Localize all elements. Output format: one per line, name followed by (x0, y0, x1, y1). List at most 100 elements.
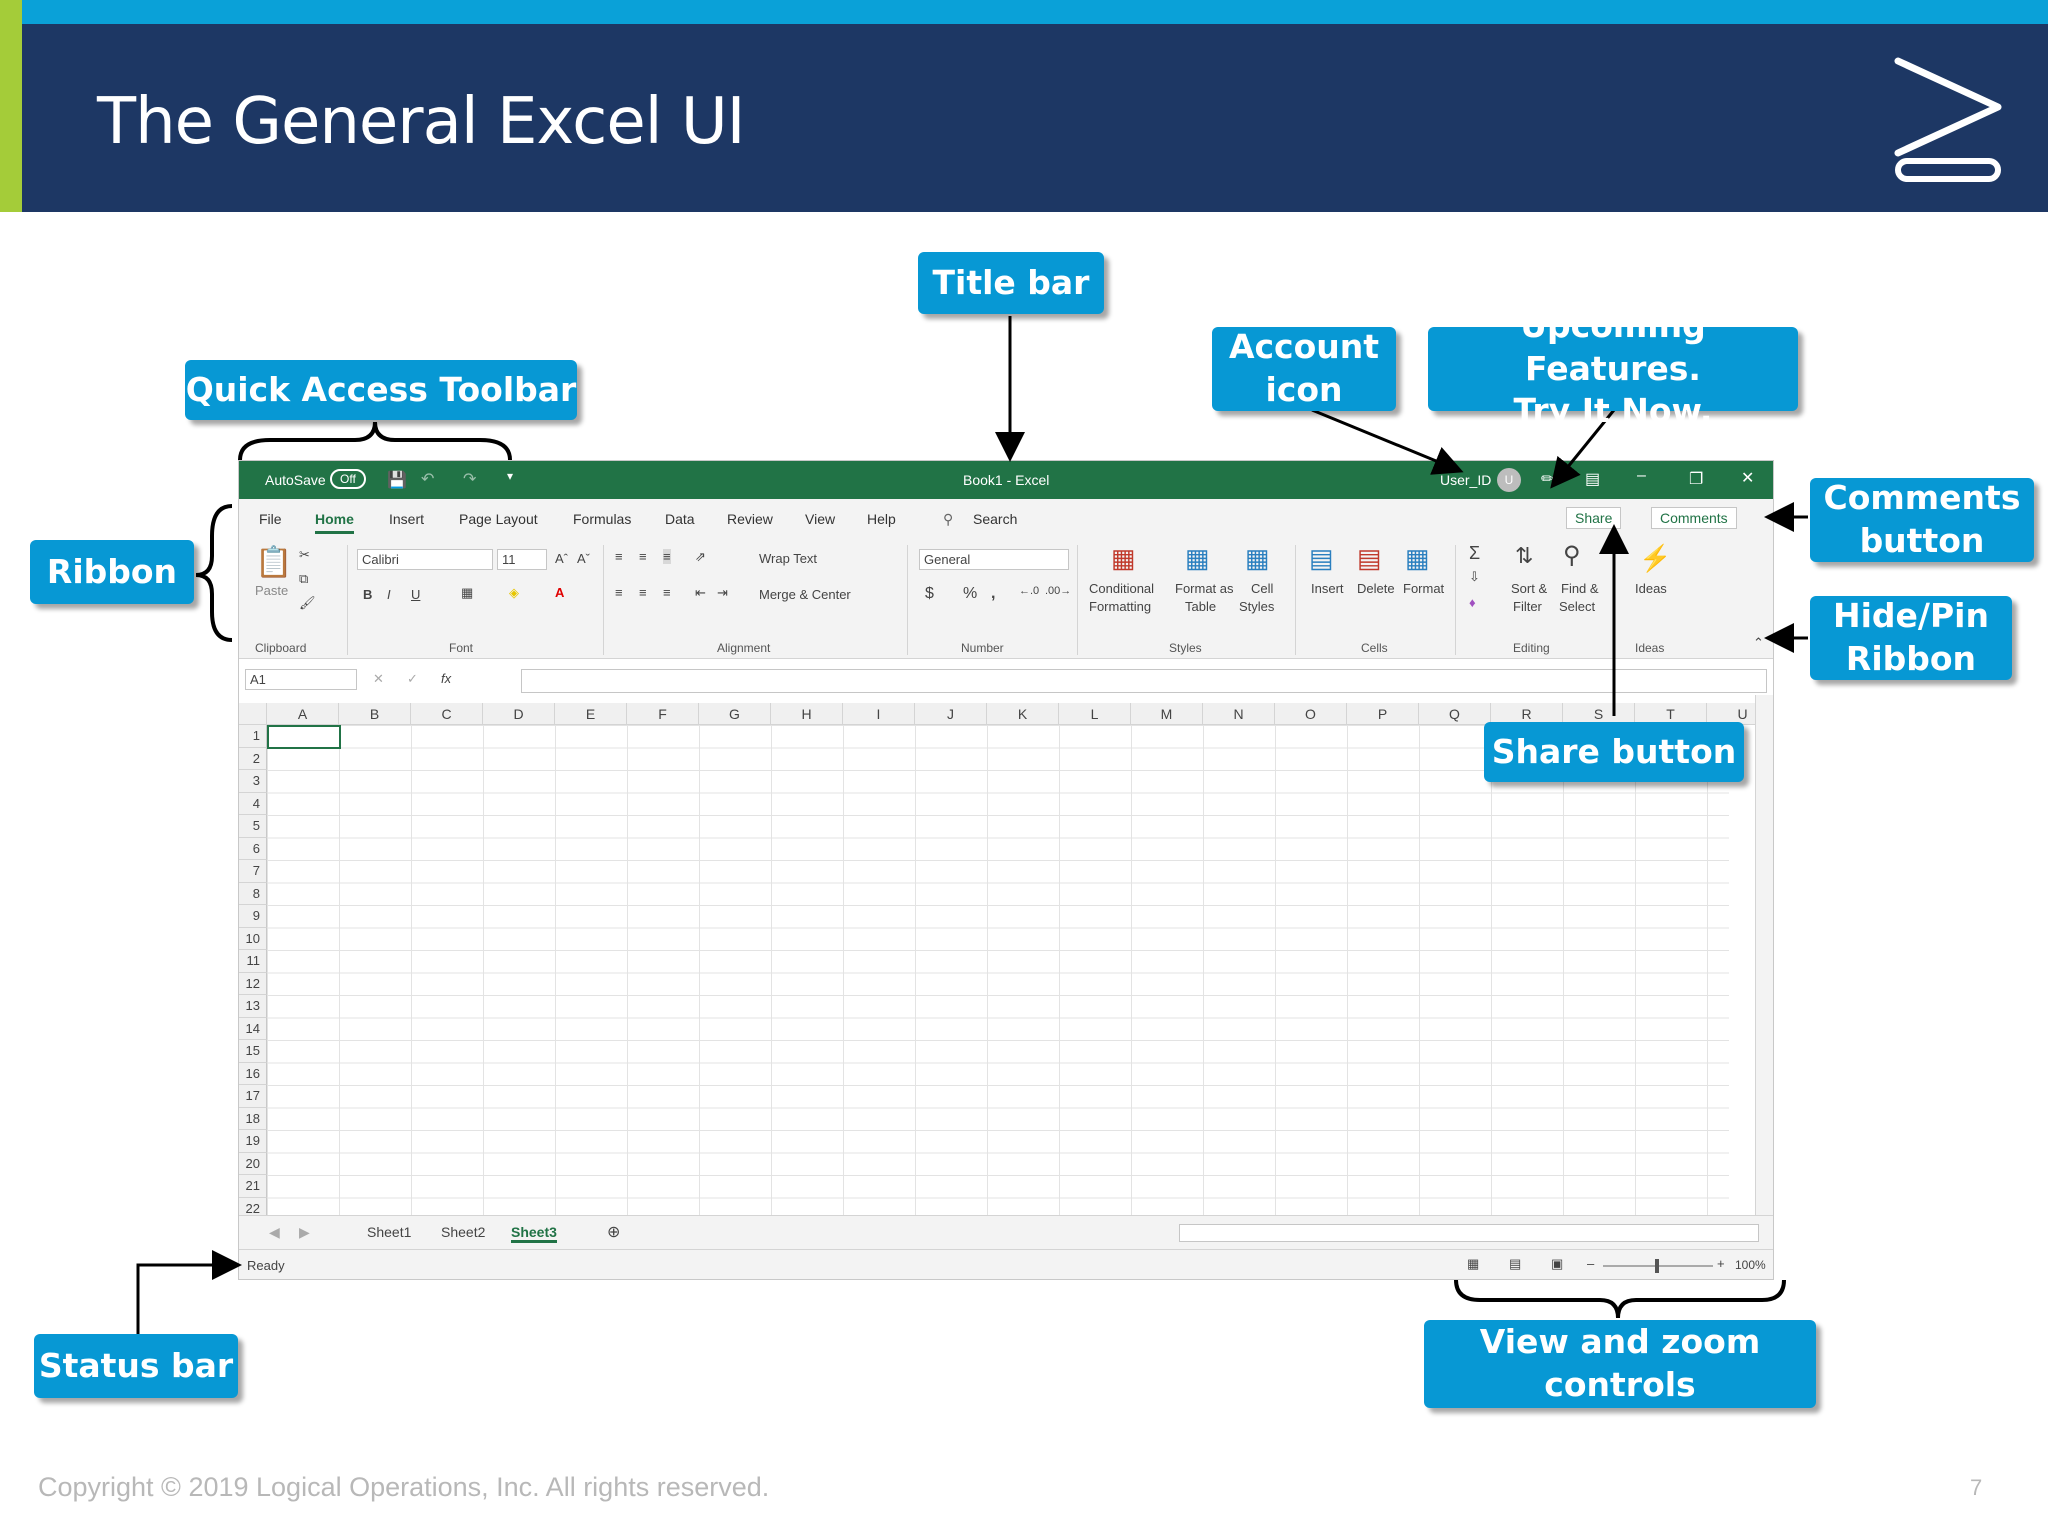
font-color-icon[interactable]: A (555, 585, 564, 600)
row-header[interactable]: 22 (239, 1197, 267, 1215)
select-all-corner[interactable] (239, 703, 267, 725)
increase-indent-icon[interactable]: ⇥ (717, 585, 728, 601)
insert-cells-icon[interactable]: ▤ (1309, 543, 1334, 574)
decrease-indent-icon[interactable]: ⇤ (695, 585, 706, 601)
sheet-tab[interactable]: Sheet2 (441, 1224, 485, 1240)
row-header[interactable]: 9 (239, 905, 267, 928)
row-header[interactable]: 18 (239, 1107, 267, 1130)
decrease-decimal-icon[interactable]: .00→ (1045, 585, 1071, 597)
ideas-icon[interactable]: ⚡ (1639, 543, 1671, 574)
font-name-box[interactable]: Calibri (357, 549, 493, 570)
column-header[interactable]: Q (1419, 703, 1491, 725)
row-header[interactable]: 6 (239, 837, 267, 860)
restore-icon[interactable]: ❐ (1689, 469, 1703, 489)
horizontal-scrollbar[interactable] (1179, 1224, 1759, 1242)
column-header[interactable]: B (339, 703, 411, 725)
zoom-slider-thumb[interactable] (1655, 1259, 1659, 1273)
tab-view[interactable]: View (805, 511, 835, 527)
column-header[interactable]: L (1059, 703, 1131, 725)
formatting-label[interactable]: Formatting (1089, 599, 1151, 614)
confirm-entry-icon[interactable]: ✓ (407, 671, 418, 687)
row-header[interactable]: 4 (239, 792, 267, 815)
conditional-label[interactable]: Conditional (1089, 581, 1154, 596)
cell-gridlines[interactable] (267, 725, 1729, 1215)
format-cells-label[interactable]: Format (1403, 581, 1444, 596)
copy-icon[interactable]: ⧉ (299, 571, 308, 587)
cancel-entry-icon[interactable]: ✕ (373, 671, 384, 687)
page-layout-view-icon[interactable]: ▤ (1509, 1256, 1521, 1272)
share-button[interactable]: Share (1566, 507, 1622, 529)
row-header[interactable]: 17 (239, 1085, 267, 1108)
column-header[interactable]: O (1275, 703, 1347, 725)
font-size-box[interactable]: 11 (497, 549, 547, 570)
paste-label[interactable]: Paste (255, 583, 288, 598)
column-header[interactable]: H (771, 703, 843, 725)
select-label[interactable]: Select (1559, 599, 1595, 614)
format-as-label[interactable]: Format as (1175, 581, 1234, 596)
sort-label[interactable]: Sort & (1511, 581, 1547, 596)
column-header[interactable]: A (267, 703, 339, 725)
fill-icon[interactable]: ⇩ (1469, 569, 1480, 585)
row-header[interactable]: 3 (239, 770, 267, 793)
merge-center-button[interactable]: Merge & Center (759, 587, 851, 602)
align-right-icon[interactable]: ≡ (663, 585, 671, 600)
column-header[interactable]: N (1203, 703, 1275, 725)
normal-view-icon[interactable]: ▦ (1467, 1256, 1479, 1272)
formula-input[interactable] (521, 669, 1767, 693)
column-header[interactable]: E (555, 703, 627, 725)
align-left-icon[interactable]: ≡ (615, 585, 623, 600)
zoom-out-icon[interactable]: – (1587, 1256, 1594, 1271)
format-cells-icon[interactable]: ▦ (1405, 543, 1430, 574)
tab-data[interactable]: Data (665, 511, 695, 527)
row-header[interactable]: 21 (239, 1175, 267, 1198)
borders-icon[interactable]: ▦ (461, 585, 473, 601)
bottom-align-icon[interactable]: ≡ (663, 549, 671, 564)
active-cell[interactable] (267, 725, 341, 749)
wrap-text-button[interactable]: Wrap Text (759, 551, 817, 566)
new-sheet-icon[interactable]: ⊕ (607, 1222, 620, 1242)
filter-label[interactable]: Filter (1513, 599, 1542, 614)
sheet-tab-active[interactable]: Sheet3 (511, 1224, 557, 1243)
vertical-scrollbar[interactable] (1755, 695, 1773, 1215)
row-header[interactable]: 7 (239, 860, 267, 883)
row-header[interactable]: 14 (239, 1017, 267, 1040)
row-header[interactable]: 2 (239, 747, 267, 770)
format-painter-icon[interactable]: 🖌 (299, 595, 316, 611)
column-header[interactable]: P (1347, 703, 1419, 725)
format-as-table-icon[interactable]: ▦ (1185, 543, 1210, 574)
row-header[interactable]: 10 (239, 927, 267, 950)
insert-function-icon[interactable]: fx (441, 671, 451, 686)
collapse-ribbon-icon[interactable]: ⌃ (1753, 635, 1764, 651)
shrink-font-icon[interactable]: Aˇ (577, 551, 590, 566)
tab-page-layout[interactable]: Page Layout (459, 511, 538, 527)
increase-decimal-icon[interactable]: ←.0 (1019, 585, 1039, 597)
account-avatar[interactable]: U (1497, 468, 1521, 492)
row-header[interactable]: 1 (239, 725, 267, 748)
user-id-label[interactable]: User_ID (1440, 472, 1491, 488)
tab-insert[interactable]: Insert (389, 511, 424, 527)
grow-font-icon[interactable]: Aˆ (555, 551, 568, 566)
cell-label[interactable]: Cell (1251, 581, 1273, 596)
bold-icon[interactable]: B (363, 587, 372, 602)
row-header[interactable]: 13 (239, 995, 267, 1018)
column-header[interactable]: K (987, 703, 1059, 725)
minimize-icon[interactable]: – (1637, 467, 1646, 485)
cut-icon[interactable]: ✂ (299, 547, 310, 563)
comma-style-icon[interactable]: , (991, 585, 995, 603)
find-select-icon[interactable]: ⚲ (1563, 541, 1581, 570)
delete-cells-label[interactable]: Delete (1357, 581, 1395, 596)
column-header[interactable]: I (843, 703, 915, 725)
zoom-level[interactable]: 100% (1735, 1258, 1766, 1272)
row-header[interactable]: 11 (239, 950, 267, 973)
sort-filter-icon[interactable]: ⇅ (1515, 543, 1533, 569)
column-header[interactable]: G (699, 703, 771, 725)
sheet-tab[interactable]: Sheet1 (367, 1224, 411, 1240)
underline-icon[interactable]: U (411, 587, 420, 602)
column-header[interactable]: J (915, 703, 987, 725)
center-icon[interactable]: ≡ (639, 585, 647, 600)
ideas-label[interactable]: Ideas (1635, 581, 1667, 596)
zoom-in-icon[interactable]: + (1717, 1256, 1725, 1271)
cell-styles-icon[interactable]: ▦ (1245, 543, 1270, 574)
redo-icon[interactable]: ↷ (463, 469, 476, 489)
delete-cells-icon[interactable]: ▤ (1357, 543, 1382, 574)
